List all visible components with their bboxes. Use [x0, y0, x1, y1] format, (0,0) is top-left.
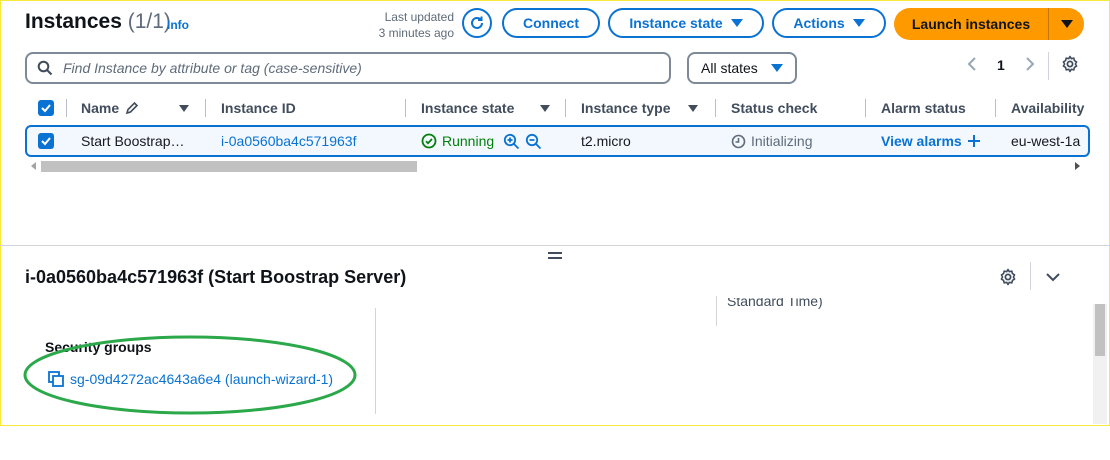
status-check-label: Initializing	[751, 133, 813, 149]
column-availability[interactable]: Availability	[1011, 96, 1084, 120]
page-title-text: Instances	[25, 10, 122, 33]
column-instance-state[interactable]: Instance state	[421, 96, 514, 120]
column-alarm-status[interactable]: Alarm status	[881, 96, 966, 120]
column-name[interactable]: Name	[81, 96, 139, 120]
detail-settings-button[interactable]	[999, 268, 1017, 291]
plus-icon	[967, 135, 980, 147]
launch-instances-split-button: Launch instances	[894, 8, 1084, 40]
page-title: Instances (1/1)	[25, 10, 171, 34]
settings-icon	[1062, 55, 1078, 73]
last-updated-label: Last updated	[384, 10, 454, 24]
scroll-right-arrow[interactable]	[1073, 162, 1081, 170]
checkbox-checked	[38, 133, 54, 149]
caret-down-icon	[771, 64, 783, 72]
table-header: Name Instance ID Instance state Instance…	[25, 96, 1085, 120]
refresh-button[interactable]	[462, 8, 492, 38]
column-separator	[66, 99, 67, 117]
search-icon	[37, 60, 53, 76]
sort-icon[interactable]	[688, 96, 698, 120]
column-name-label: Name	[81, 100, 120, 116]
sort-icon[interactable]	[540, 96, 550, 120]
column-separator	[995, 99, 996, 117]
info-link[interactable]: Info	[167, 18, 189, 32]
instance-count: (1/1)	[127, 10, 171, 33]
zoom-out-icon[interactable]	[525, 133, 542, 150]
column-separator	[405, 99, 406, 117]
search-input[interactable]	[61, 59, 645, 77]
column-separator	[565, 99, 566, 117]
settings-icon	[1000, 268, 1016, 286]
cell-instance-type: t2.micro	[581, 133, 631, 149]
column-status-check[interactable]: Status check	[731, 96, 817, 120]
detail-header-divider	[1030, 262, 1031, 290]
scrollbar-thumb[interactable]	[41, 161, 417, 172]
column-separator	[205, 99, 206, 117]
pager-divider	[1048, 52, 1049, 80]
last-updated-value: 3 minutes ago	[378, 26, 454, 40]
caret-down-icon	[852, 19, 865, 27]
column-separator	[715, 99, 716, 117]
drag-handle-icon[interactable]	[548, 252, 562, 262]
panel-divider	[0, 245, 1110, 246]
table-row[interactable]: Start Boostrap… i-0a0560ba4c571963f Runn…	[25, 125, 1090, 157]
collapse-button[interactable]	[1045, 270, 1061, 289]
state-filter-select[interactable]: All states	[687, 52, 797, 84]
caret-down-icon	[730, 19, 743, 27]
detail-title: i-0a0560ba4c571963f (Start Boostrap Serv…	[25, 267, 407, 287]
column-divider	[716, 296, 717, 326]
instance-state-button[interactable]: Instance state	[608, 8, 764, 38]
vertical-scrollbar[interactable]	[1093, 304, 1107, 424]
cell-instance-id-link[interactable]: i-0a0560ba4c571963f	[221, 127, 356, 155]
last-updated: Last updated 3 minutes ago	[360, 9, 454, 41]
state-filter-value: All states	[701, 60, 758, 76]
page-number[interactable]: 1	[997, 57, 1005, 73]
check-circle-icon	[421, 133, 437, 149]
cell-status-check: Initializing	[731, 127, 812, 155]
column-instance-id[interactable]: Instance ID	[221, 96, 296, 120]
select-all-checkbox[interactable]	[38, 96, 54, 120]
cell-instance-state: Running	[421, 127, 542, 155]
scrollbar-thumb[interactable]	[1095, 304, 1105, 356]
connect-button[interactable]: Connect	[502, 8, 600, 38]
column-separator	[865, 99, 866, 117]
chevron-left-icon[interactable]	[966, 56, 978, 75]
horizontal-scrollbar[interactable]	[30, 160, 1084, 172]
view-alarms-label: View alarms	[881, 133, 962, 149]
highlight-annotation	[23, 335, 357, 415]
caret-down-icon	[1060, 20, 1073, 28]
cell-name: Start Boostrap…	[81, 133, 185, 149]
launch-instances-button[interactable]: Launch instances	[894, 8, 1049, 40]
scroll-left-arrow[interactable]	[30, 162, 38, 170]
column-divider	[375, 308, 376, 414]
checkbox-checked	[38, 100, 54, 116]
pencil-icon	[125, 101, 139, 115]
refresh-icon	[471, 16, 483, 29]
sort-icon[interactable]	[179, 96, 189, 120]
instance-state-label: Instance state	[629, 15, 723, 31]
zoom-in-icon[interactable]	[503, 133, 520, 150]
actions-label: Actions	[793, 15, 845, 31]
launch-dropdown-button[interactable]	[1049, 8, 1084, 40]
view-alarms-link[interactable]: View alarms	[881, 127, 981, 155]
partial-text: Standard Time)	[727, 298, 823, 309]
column-instance-type[interactable]: Instance type	[581, 96, 670, 120]
clock-icon	[731, 134, 746, 148]
search-box	[25, 52, 671, 84]
chevron-right-icon[interactable]	[1024, 56, 1036, 75]
table-settings-button[interactable]	[1061, 55, 1079, 78]
actions-button[interactable]: Actions	[772, 8, 886, 38]
state-label: Running	[442, 133, 495, 149]
cell-availability: eu-west-1a	[1011, 133, 1081, 149]
row-checkbox[interactable]	[38, 127, 54, 155]
chevron-down-icon	[1046, 273, 1060, 282]
connect-label: Connect	[523, 15, 579, 31]
